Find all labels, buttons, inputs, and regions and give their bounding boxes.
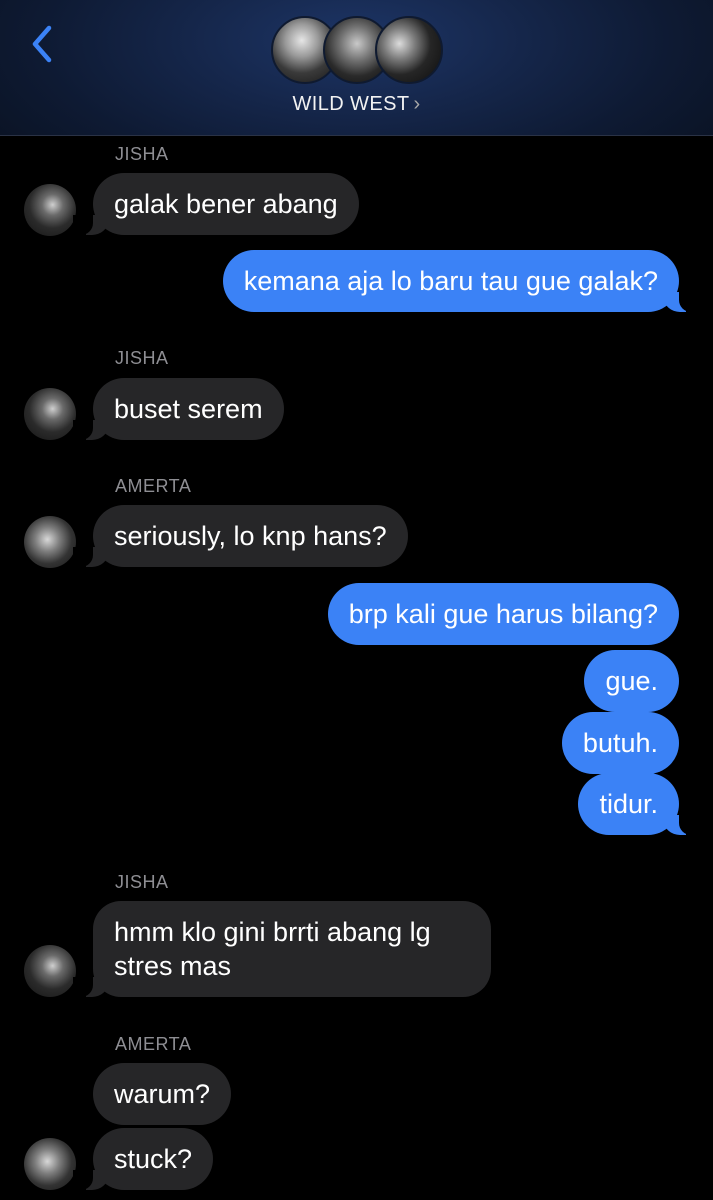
message-bubble[interactable]: tidur. [578,773,699,835]
message-bubble[interactable]: hmm klo gini brrti abang lg stres mas [73,901,491,997]
message-bubble[interactable]: kemana aja lo baru tau gue galak? [222,250,700,312]
group-name: WILD WEST [292,93,410,115]
message-bubble[interactable]: seriously, lo knp hans? [73,505,408,567]
message-text: kemana aja lo baru tau gue galak? [243,266,658,296]
avatar[interactable] [24,945,76,997]
chevron-right-icon: › [413,93,421,115]
message-bubble[interactable]: brp kali gue harus bilang? [327,583,679,645]
message-text: seriously, lo knp hans? [114,521,387,551]
sender-label: JISHA [115,872,169,892]
chat-header: WILD WEST › [0,0,713,136]
message-text: buset serem [114,394,263,424]
group-name-button[interactable]: WILD WEST › [0,93,713,116]
message-bubble[interactable]: butuh. [561,712,679,774]
back-button[interactable] [22,22,62,66]
sender-label: JISHA [115,144,169,164]
message-text: butuh. [582,728,658,758]
message-text: hmm klo gini brrti abang lg stres mas [114,917,431,981]
message-text: galak bener abang [114,189,338,219]
message-bubble[interactable]: gue. [584,650,679,712]
message-bubble[interactable]: stuck? [72,1128,214,1190]
message-text: brp kali gue harus bilang? [348,599,658,629]
avatar[interactable] [24,184,76,236]
message-text: gue. [605,666,658,696]
message-bubble[interactable]: buset serem [73,378,284,440]
member-avatar [375,16,443,84]
chevron-left-icon [32,25,52,63]
avatar[interactable] [24,1138,76,1190]
sender-label: AMERTA [115,476,192,496]
message-bubble[interactable]: warum? [93,1063,232,1125]
avatar[interactable] [24,388,76,440]
sender-label: AMERTA [115,1034,192,1054]
message-text: stuck? [114,1144,193,1174]
message-bubble[interactable]: galak bener abang [73,173,359,235]
sender-label: JISHA [115,348,169,368]
message-text: tidur. [599,789,658,819]
group-avatars[interactable] [271,16,443,86]
avatar[interactable] [24,516,76,568]
message-text: warum? [114,1079,211,1109]
